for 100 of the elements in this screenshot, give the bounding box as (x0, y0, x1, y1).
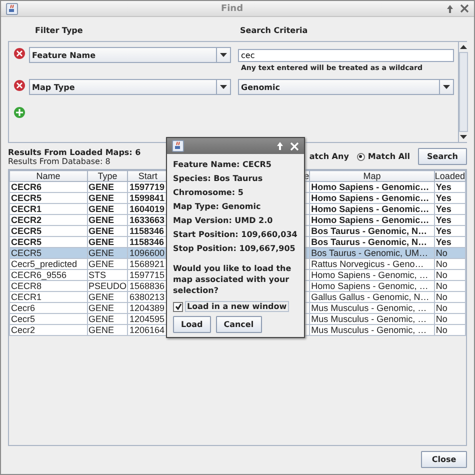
table-cell: 1096600 (129, 248, 164, 258)
table-cell: 1204389 (129, 304, 164, 312)
table-cell: CECR5 (11, 194, 42, 202)
pin-icon[interactable] (276, 141, 284, 151)
table-cell: Cecr5 (11, 314, 36, 324)
table-cell: CECR2 (11, 216, 42, 224)
criteria-dropdown[interactable]: Genomic (238, 79, 454, 95)
table-cell: No (436, 292, 448, 302)
table-cell: 1597719 (129, 182, 164, 192)
table-cell: Homo Sapiens - Genomic… (311, 182, 430, 192)
table-cell: Bos Taurus - Genomic, N… (311, 226, 428, 236)
table-cell: GENE (88, 292, 114, 302)
table-cell: Yes (436, 238, 452, 246)
table-cell: Bos Taurus - Genomic, UM… (311, 248, 428, 258)
table-cell: GENE (88, 314, 114, 324)
search-field[interactable]: cec (238, 49, 454, 62)
filter-type-dropdown[interactable]: Map Type (29, 79, 231, 95)
pin-icon[interactable] (446, 4, 454, 14)
table-cell: No (436, 314, 448, 324)
table-cell: Cecr6 (11, 304, 36, 312)
add-icon[interactable] (14, 107, 25, 118)
table-cell: Homo Sapiens - Genomic… (311, 194, 430, 202)
table-cell: CECR1 (11, 204, 42, 214)
app-icon (6, 2, 18, 14)
detail-text: Map Type: Genomic (173, 201, 262, 213)
table-cell: PSEUDO (88, 282, 127, 290)
table-cell: GENE (88, 216, 114, 224)
remove-icon[interactable] (14, 80, 25, 91)
radio-option[interactable]: Match All (356, 152, 410, 161)
filter-type-dropdown[interactable]: Feature Name (29, 47, 231, 63)
up-arrow-icon (460, 45, 467, 49)
table-cell: Rattus Norvegicus - Geno… (311, 260, 424, 268)
scrollbar[interactable] (458, 42, 468, 142)
detail-text: Feature Name: CECR5 (173, 159, 272, 171)
table-cell: Homo Sapiens - Genomic… (311, 204, 430, 214)
table-cell: Homo Sapiens - Genomic, … (311, 270, 428, 280)
checkmark-icon (174, 303, 182, 310)
column-label: Filter Type (35, 26, 84, 35)
dialog-button[interactable]: Load (173, 316, 211, 333)
caret-icon (220, 53, 227, 57)
app-icon (172, 140, 184, 152)
table-cell: No (436, 270, 448, 280)
radio-option[interactable]: atch Any (309, 152, 349, 161)
search-button[interactable]: Search (418, 148, 467, 165)
column-header[interactable]: Map (310, 170, 434, 182)
table-cell: CECR5 (11, 238, 42, 246)
table-cell: No (436, 326, 448, 334)
close-button[interactable]: Close (421, 451, 467, 468)
column-label: Search Criteria (240, 26, 308, 35)
table-cell: Yes (436, 204, 452, 214)
detail-text: Map Version: UMD 2.0 (173, 215, 274, 227)
table-cell: No (436, 248, 448, 258)
caret-icon (443, 85, 450, 89)
close-icon[interactable] (460, 4, 469, 13)
table-cell: Mus Musculus - Genomic, … (311, 314, 427, 324)
window-title: Find (220, 4, 244, 14)
column-header[interactable]: Type (87, 170, 128, 182)
table-cell: GENE (88, 238, 114, 246)
column-header[interactable]: Loaded (434, 170, 466, 182)
column-header[interactable]: Name (10, 170, 87, 182)
table-cell: 1604019 (129, 204, 164, 214)
table-cell: Yes (436, 194, 452, 202)
table-cell: GENE (88, 182, 114, 192)
table-cell: Cecr2 (11, 326, 36, 334)
down-arrow-icon (460, 135, 467, 139)
results-count: Results From Database: 8 (8, 156, 110, 166)
table-cell: CECR6 (11, 182, 42, 192)
table-cell: Yes (436, 226, 452, 236)
table-cell: Homo Sapiens - Genomic, … (311, 282, 428, 290)
table-cell: 1204595 (129, 314, 164, 324)
remove-icon[interactable] (14, 48, 25, 59)
table-cell: GENE (88, 326, 114, 334)
table-cell: CECR5 (11, 226, 42, 236)
table-cell: No (436, 260, 448, 268)
table-cell: CECR1 (11, 292, 42, 302)
table-cell: 1158346 (129, 238, 164, 246)
table-cell: Gallus Gallus - Genomic, N… (311, 292, 430, 302)
caret-icon (220, 85, 227, 89)
table-cell: Bos Taurus - Genomic, N… (311, 238, 428, 246)
table-cell: GENE (88, 204, 114, 214)
table-cell: STS (88, 270, 106, 280)
table-cell: 1597715 (129, 270, 164, 280)
column-header[interactable]: Start (128, 170, 168, 182)
table-cell: 1633663 (129, 216, 164, 224)
table-cell: No (436, 304, 448, 312)
table-cell: 1568921 (129, 260, 164, 268)
table-cell: Mus Musculus - Genomic, … (311, 304, 427, 312)
detail-text: Species: Bos Taurus (173, 173, 264, 185)
table-cell: CECR5 (11, 248, 42, 258)
table-cell: GENE (88, 304, 114, 312)
table-cell: CECR8 (11, 282, 42, 290)
table-cell: 1158346 (129, 226, 164, 236)
table-cell: 6380213 (129, 292, 164, 302)
table-cell: Cecr5_predicted (11, 260, 78, 268)
table-cell: Mus Musculus - Genomic, … (311, 326, 427, 334)
table-cell: No (436, 282, 448, 290)
table-cell: 1599841 (129, 194, 164, 202)
table-cell: 1568836 (129, 282, 164, 290)
table-cell: Yes (436, 182, 452, 192)
dialog-button[interactable]: Cancel (216, 316, 262, 333)
